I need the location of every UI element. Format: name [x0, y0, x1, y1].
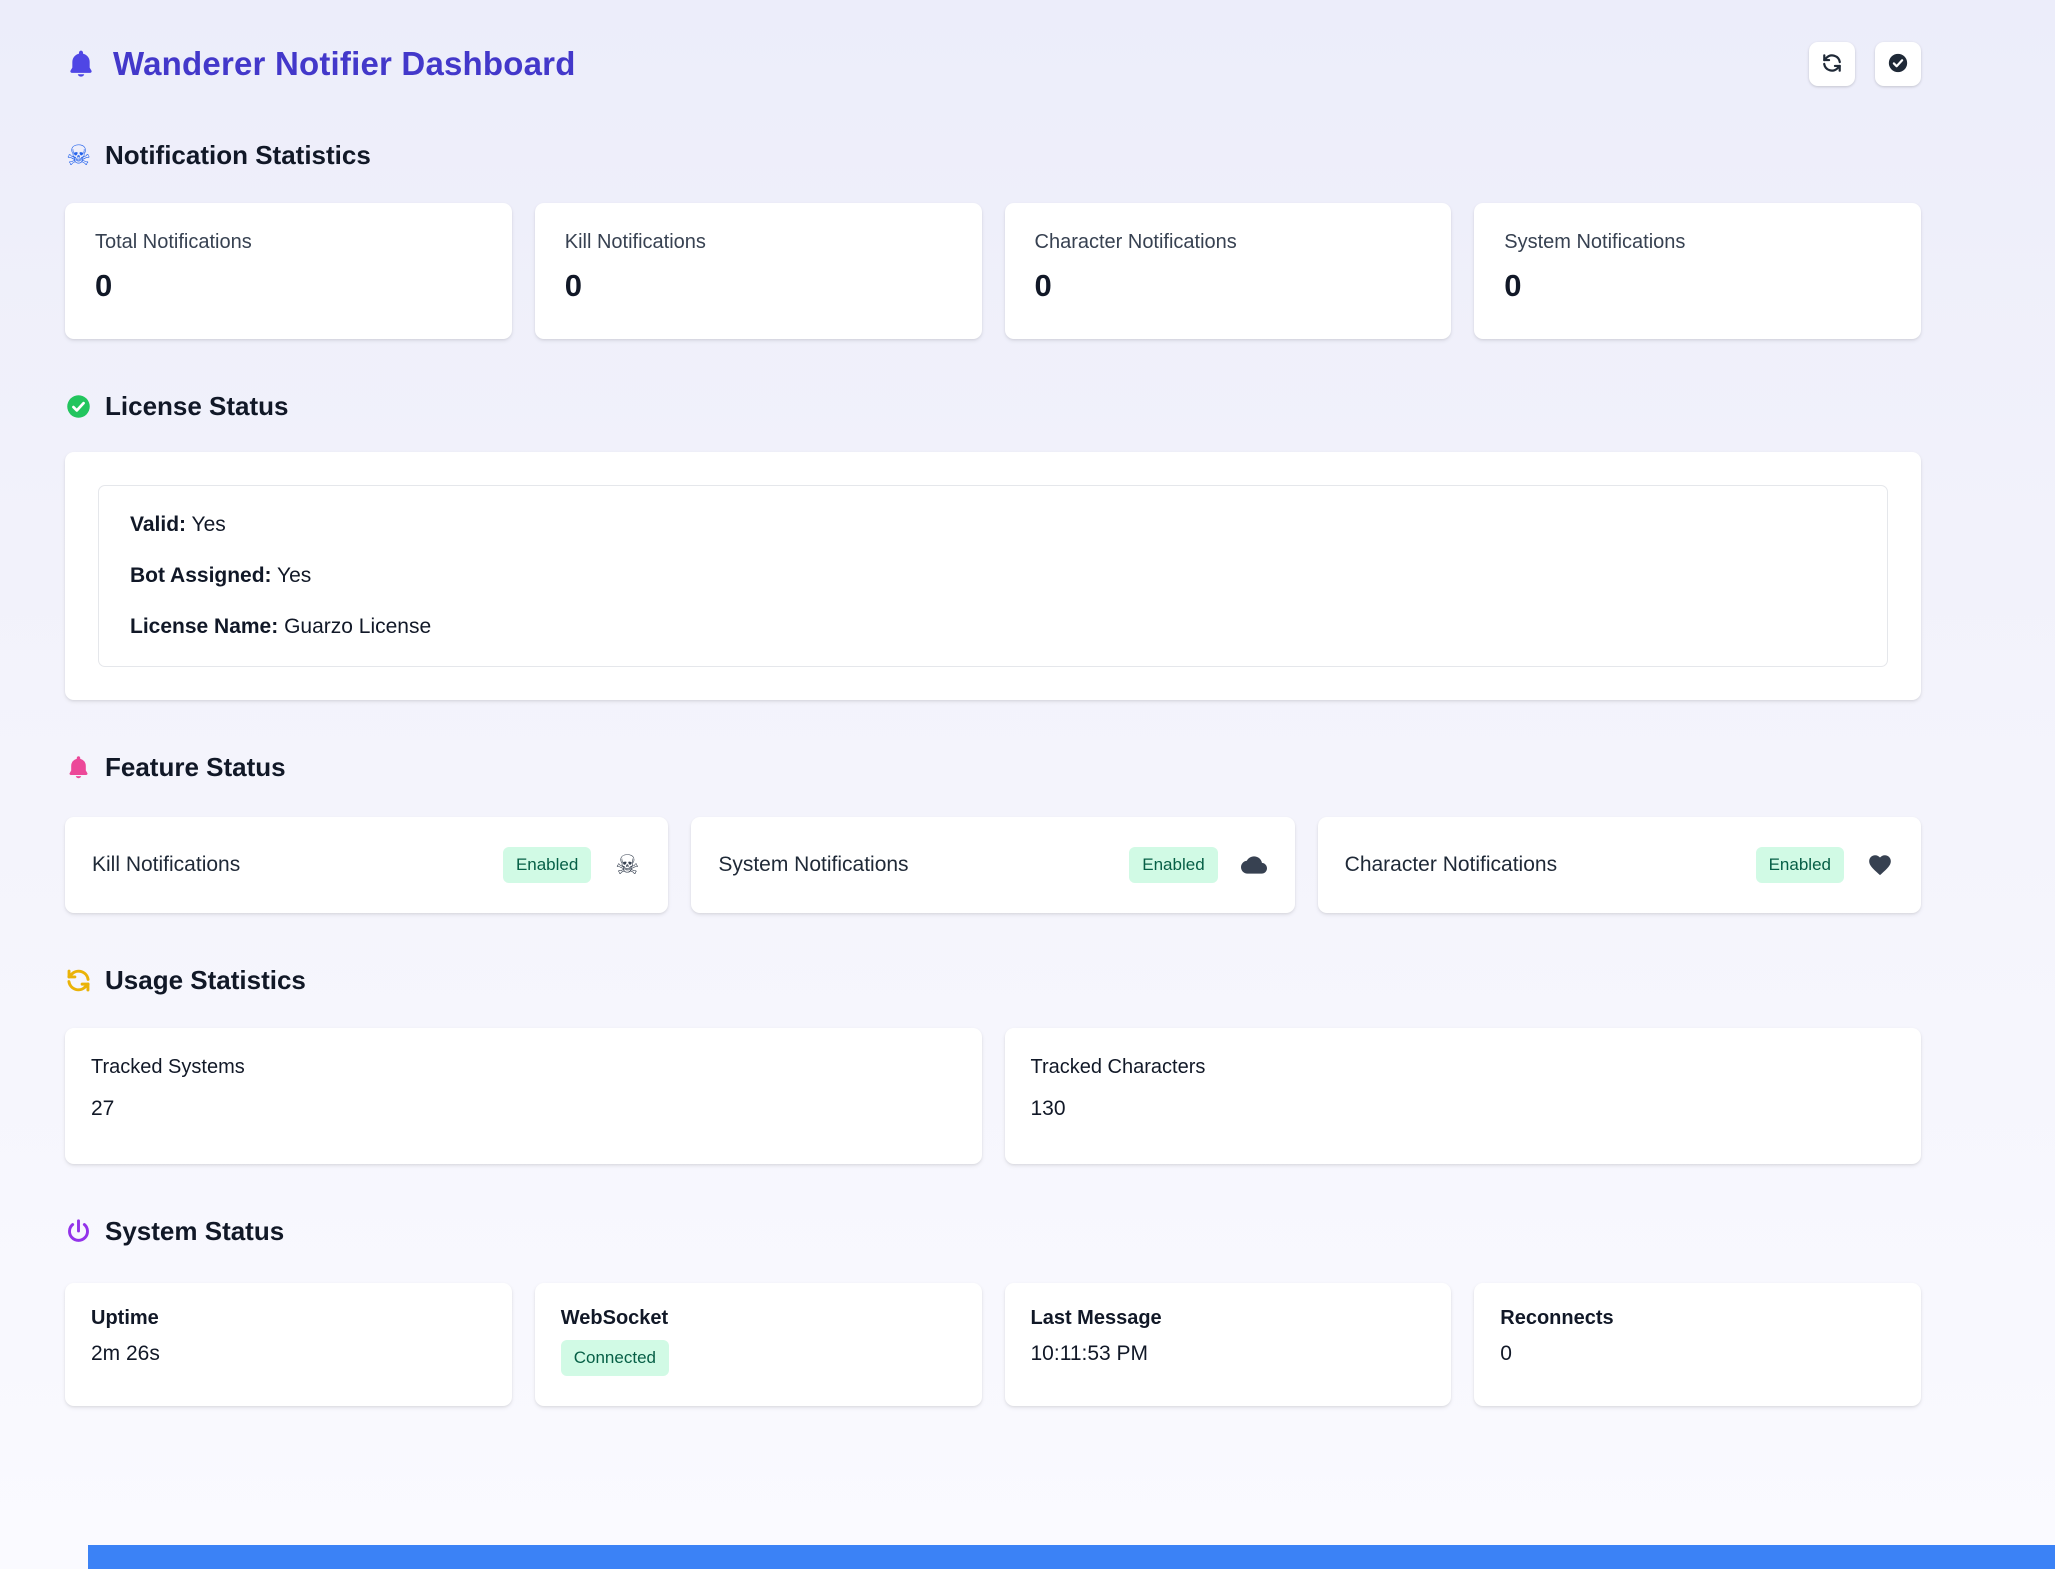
- check-circle-green-icon: [65, 393, 92, 420]
- usage-value: 130: [1031, 1097, 1896, 1121]
- sync-icon: [65, 967, 92, 994]
- section-title: System Status: [105, 1216, 284, 1247]
- status-badge: Enabled: [1756, 847, 1844, 883]
- usage-card-tracked-characters: Tracked Characters 130: [1005, 1028, 1922, 1164]
- section-title: License Status: [105, 391, 289, 422]
- notification-stats-cards: Total Notifications 0 Kill Notifications…: [65, 203, 1921, 339]
- license-card: Valid: Yes Bot Assigned: Yes License Nam…: [65, 452, 1921, 700]
- header-left: Wanderer Notifier Dashboard: [65, 45, 576, 83]
- stat-value: 0: [565, 268, 952, 304]
- stat-label: Kill Notifications: [565, 231, 952, 254]
- feature-card-character-notifications: Character Notifications Enabled: [1318, 817, 1921, 913]
- license-bot-label: Bot Assigned:: [130, 564, 272, 587]
- feature-status-cards: Kill Notifications Enabled ☠ System Noti…: [65, 817, 1921, 913]
- sys-label: Last Message: [1031, 1307, 1426, 1330]
- heart-icon: [1866, 852, 1894, 878]
- dashboard-page: Wanderer Notifier Dashboard: [65, 0, 1921, 1406]
- stat-card-total-notifications: Total Notifications 0: [65, 203, 512, 339]
- bell-pink-icon: [65, 754, 92, 781]
- check-circle-icon: [1887, 52, 1909, 77]
- websocket-status: Connected: [561, 1340, 956, 1376]
- sys-value: 10:11:53 PM: [1031, 1342, 1426, 1366]
- system-status-cards: Uptime 2m 26s WebSocket Connected Last M…: [65, 1283, 1921, 1406]
- sys-value: 0: [1500, 1342, 1895, 1366]
- stat-card-kill-notifications: Kill Notifications 0: [535, 203, 982, 339]
- sys-value: 2m 26s: [91, 1342, 486, 1366]
- header-buttons: [1809, 42, 1921, 86]
- feature-label: Kill Notifications: [92, 853, 503, 877]
- section-usage-statistics: Usage Statistics: [65, 965, 1921, 996]
- page-title: Wanderer Notifier Dashboard: [113, 45, 576, 83]
- license-details: Valid: Yes Bot Assigned: Yes License Nam…: [98, 485, 1888, 667]
- section-title: Usage Statistics: [105, 965, 306, 996]
- stat-card-system-notifications: System Notifications 0: [1474, 203, 1921, 339]
- stat-label: Character Notifications: [1035, 231, 1422, 254]
- skull-crossbones-icon: ☠: [65, 142, 92, 169]
- license-name-label: License Name:: [130, 615, 278, 638]
- skull-icon: ☠: [613, 852, 641, 879]
- section-title: Feature Status: [105, 752, 286, 783]
- license-valid-value: Yes: [192, 513, 226, 536]
- sys-label: WebSocket: [561, 1307, 956, 1330]
- usage-label: Tracked Systems: [91, 1056, 956, 1079]
- status-badge: Enabled: [503, 847, 591, 883]
- cloud-icon: [1240, 852, 1268, 878]
- usage-stats-cards: Tracked Systems 27 Tracked Characters 13…: [65, 1028, 1921, 1164]
- section-system-status: System Status: [65, 1216, 1921, 1247]
- usage-card-tracked-systems: Tracked Systems 27: [65, 1028, 982, 1164]
- power-icon: [65, 1218, 92, 1245]
- usage-value: 27: [91, 1097, 956, 1121]
- status-badge: Enabled: [1129, 847, 1217, 883]
- license-valid-label: Valid:: [130, 513, 186, 536]
- bell-icon: [65, 48, 97, 80]
- sys-card-uptime: Uptime 2m 26s: [65, 1283, 512, 1406]
- stat-card-character-notifications: Character Notifications 0: [1005, 203, 1452, 339]
- bottom-bar: [88, 1545, 2055, 1569]
- connected-badge: Connected: [561, 1340, 669, 1376]
- stat-value: 0: [1035, 268, 1422, 304]
- feature-card-system-notifications: System Notifications Enabled: [691, 817, 1294, 913]
- stat-value: 0: [1504, 268, 1891, 304]
- section-notification-statistics: ☠ Notification Statistics: [65, 140, 1921, 171]
- sys-card-reconnects: Reconnects 0: [1474, 1283, 1921, 1406]
- section-license-status: License Status: [65, 391, 1921, 422]
- sys-label: Uptime: [91, 1307, 486, 1330]
- license-valid-line: Valid: Yes: [130, 513, 1856, 537]
- sys-label: Reconnects: [1500, 1307, 1895, 1330]
- feature-label: Character Notifications: [1345, 853, 1756, 877]
- section-feature-status: Feature Status: [65, 752, 1921, 783]
- license-bot-value: Yes: [277, 564, 311, 587]
- stat-label: Total Notifications: [95, 231, 482, 254]
- stat-label: System Notifications: [1504, 231, 1891, 254]
- usage-label: Tracked Characters: [1031, 1056, 1896, 1079]
- feature-card-kill-notifications: Kill Notifications Enabled ☠: [65, 817, 668, 913]
- section-title: Notification Statistics: [105, 140, 371, 171]
- refresh-button[interactable]: [1809, 42, 1855, 86]
- header: Wanderer Notifier Dashboard: [65, 36, 1921, 92]
- license-name-value: Guarzo License: [284, 615, 431, 638]
- sys-card-websocket: WebSocket Connected: [535, 1283, 982, 1406]
- license-name-line: License Name: Guarzo License: [130, 615, 1856, 639]
- stat-value: 0: [95, 268, 482, 304]
- feature-label: System Notifications: [718, 853, 1129, 877]
- refresh-icon: [1821, 52, 1843, 77]
- check-button[interactable]: [1875, 42, 1921, 86]
- license-bot-line: Bot Assigned: Yes: [130, 564, 1856, 588]
- sys-card-last-message: Last Message 10:11:53 PM: [1005, 1283, 1452, 1406]
